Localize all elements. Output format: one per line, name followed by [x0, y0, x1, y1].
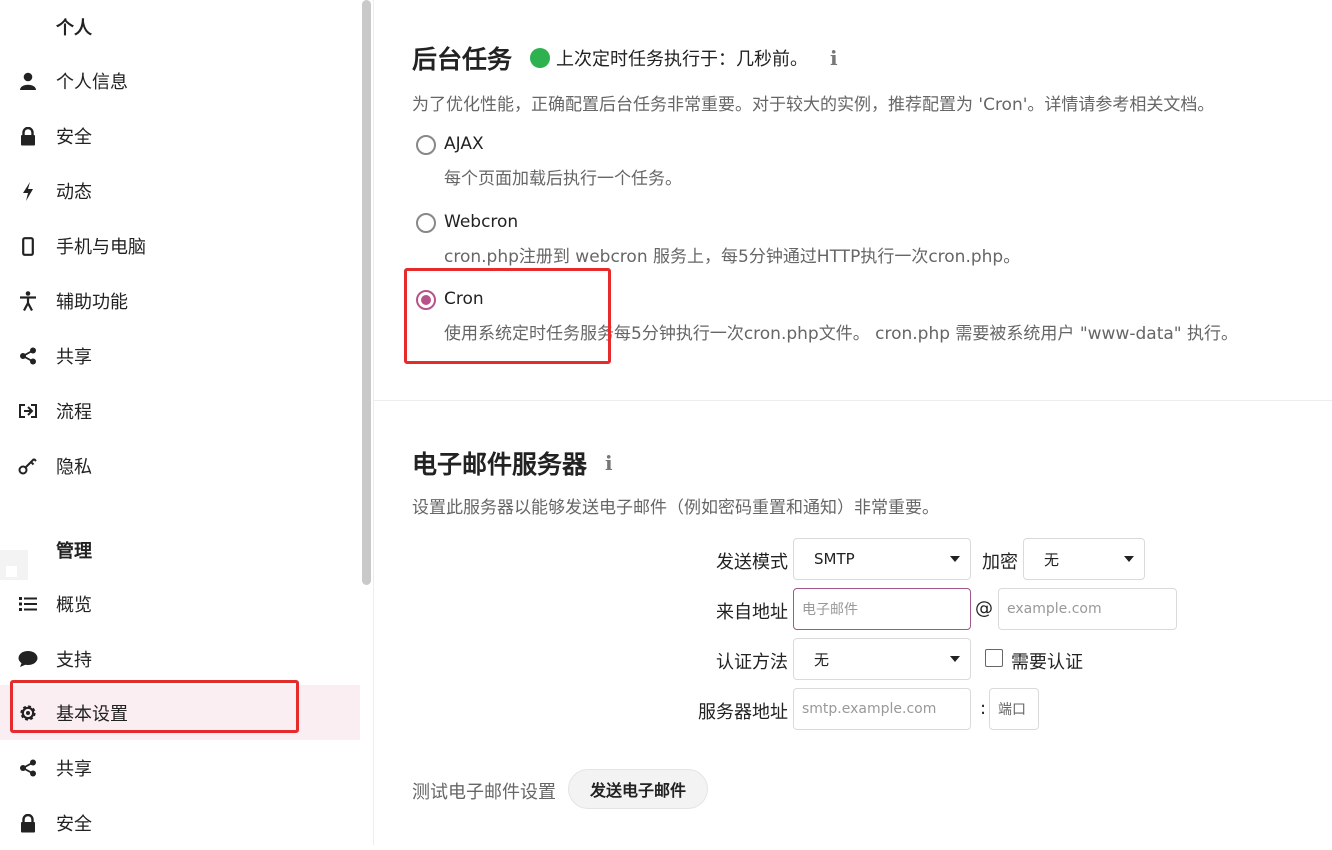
auth-method-select[interactable]: 无 — [793, 638, 971, 680]
sidebar-item-privacy[interactable]: 隐私 — [0, 438, 360, 493]
sidebar-item-label: 概览 — [56, 594, 92, 616]
encryption-select[interactable]: 无 — [1023, 538, 1145, 580]
user-icon — [16, 69, 40, 93]
sidebar-item-label: 流程 — [56, 401, 92, 423]
sidebar-scrollbar[interactable] — [362, 0, 371, 585]
info-icon[interactable]: i — [830, 46, 838, 70]
sidebar-item-label: 安全 — [56, 126, 92, 148]
share-icon — [16, 344, 40, 368]
share-icon — [16, 756, 40, 780]
sidebar-item-label: 隐私 — [56, 456, 92, 478]
background-jobs-description: 为了优化性能，正确配置后台任务非常重要。对于较大的实例，推荐配置为 'Cron'… — [412, 95, 1215, 115]
background-jobs-title: 后台任务 — [412, 45, 513, 74]
sidebar-item-accessibility[interactable]: 辅助功能 — [0, 273, 360, 328]
sidebar-item-label: 个人信息 — [56, 71, 128, 93]
email-server-header: 电子邮件服务器 i — [412, 445, 613, 481]
option-ajax-label[interactable]: AJAX — [444, 134, 484, 154]
phone-icon — [16, 234, 40, 258]
sidebar-item-flow[interactable]: 流程 — [0, 383, 360, 438]
send-mode-label: 发送模式 — [716, 552, 788, 573]
sidebar-item-admin-security[interactable]: 安全 — [0, 795, 360, 850]
radio-ajax[interactable] — [416, 135, 436, 155]
radio-webcron[interactable] — [416, 213, 436, 233]
port-separator: : — [979, 698, 987, 719]
encryption-value: 无 — [1044, 550, 1060, 569]
server-address-input[interactable]: smtp.example.com — [793, 688, 971, 730]
option-webcron-label[interactable]: Webcron — [444, 212, 518, 232]
chevron-down-icon — [950, 556, 960, 562]
email-server-description: 设置此服务器以能够发送电子邮件（例如密码重置和通知）非常重要。 — [412, 498, 939, 518]
settings-main: 后台任务 上次定时任务执行于：几秒前。 i 为了优化性能，正确配置后台任务非常重… — [374, 0, 1332, 845]
chat-icon — [16, 647, 40, 671]
sidebar-item-activity[interactable]: 动态 — [0, 163, 360, 218]
sidebar-item-label: 辅助功能 — [56, 291, 128, 313]
status-ok-icon — [530, 48, 551, 68]
sidebar-item-personal-info[interactable]: 个人信息 — [0, 53, 360, 108]
sidebar-item-label: 手机与电脑 — [56, 236, 146, 258]
sidebar-item-label: 共享 — [56, 346, 92, 368]
sidebar-item-admin-sharing[interactable]: 共享 — [0, 740, 360, 795]
auth-required-checkbox[interactable] — [985, 649, 1003, 667]
port-input[interactable]: 端口 — [989, 688, 1039, 730]
option-webcron-desc: cron.php注册到 webcron 服务上，每5分钟通过HTTP执行一次cr… — [444, 247, 1021, 267]
auth-required-label[interactable]: 需要认证 — [1011, 648, 1083, 674]
sidebar-item-sharing[interactable]: 共享 — [0, 328, 360, 383]
from-address-label: 来自地址 — [716, 602, 788, 623]
chevron-down-icon — [950, 656, 960, 662]
option-ajax-desc: 每个页面加载后执行一个任务。 — [444, 169, 682, 189]
lock-icon — [16, 124, 40, 148]
chevron-down-icon — [1124, 556, 1134, 562]
from-domain-input[interactable]: example.com — [998, 588, 1177, 630]
background-jobs-header: 后台任务 上次定时任务执行于：几秒前。 i — [412, 40, 838, 76]
sidebar-item-devices[interactable]: 手机与电脑 — [0, 218, 360, 273]
lightning-icon — [16, 179, 40, 203]
from-address-input[interactable]: 电子邮件 — [793, 588, 971, 630]
highlight-box-cron — [404, 268, 611, 364]
cron-status: 上次定时任务执行于：几秒前。 — [556, 49, 809, 70]
key-icon — [16, 454, 40, 478]
sidebar-item-label: 支持 — [56, 649, 92, 671]
test-email-label: 测试电子邮件设置 — [412, 782, 556, 803]
send-mode-select[interactable]: SMTP — [793, 538, 971, 580]
sidebar-item-label: 安全 — [56, 813, 92, 835]
encryption-label: 加密 — [982, 552, 1018, 573]
sidebar-item-support[interactable]: 支持 — [0, 631, 360, 686]
email-server-title: 电子邮件服务器 — [412, 450, 588, 479]
send-mode-value: SMTP — [814, 550, 855, 568]
sidebar-item-security[interactable]: 安全 — [0, 108, 360, 163]
accessibility-icon — [16, 289, 40, 313]
section-divider — [374, 400, 1332, 401]
settings-sidebar: 个人 个人信息 安全 动态 手机与电脑 辅助功能 共享 流程 隐私 管理 概览 … — [0, 0, 374, 845]
info-icon[interactable]: i — [605, 451, 613, 475]
sidebar-item-overview[interactable]: 概览 — [0, 576, 360, 631]
flow-icon — [16, 399, 40, 423]
list-icon — [16, 592, 40, 616]
at-sign: @ — [975, 598, 993, 619]
server-address-label: 服务器地址 — [698, 702, 788, 723]
auth-method-value: 无 — [814, 650, 830, 669]
highlight-box-basic-settings — [10, 680, 299, 733]
auth-method-label: 认证方法 — [716, 652, 788, 673]
admin-section-title: 管理 — [56, 541, 92, 562]
personal-section-title: 个人 — [56, 18, 92, 39]
sidebar-item-label: 动态 — [56, 181, 92, 203]
send-email-button[interactable]: 发送电子邮件 — [568, 769, 708, 809]
lock-icon — [16, 811, 40, 835]
sidebar-item-label: 共享 — [56, 758, 92, 780]
